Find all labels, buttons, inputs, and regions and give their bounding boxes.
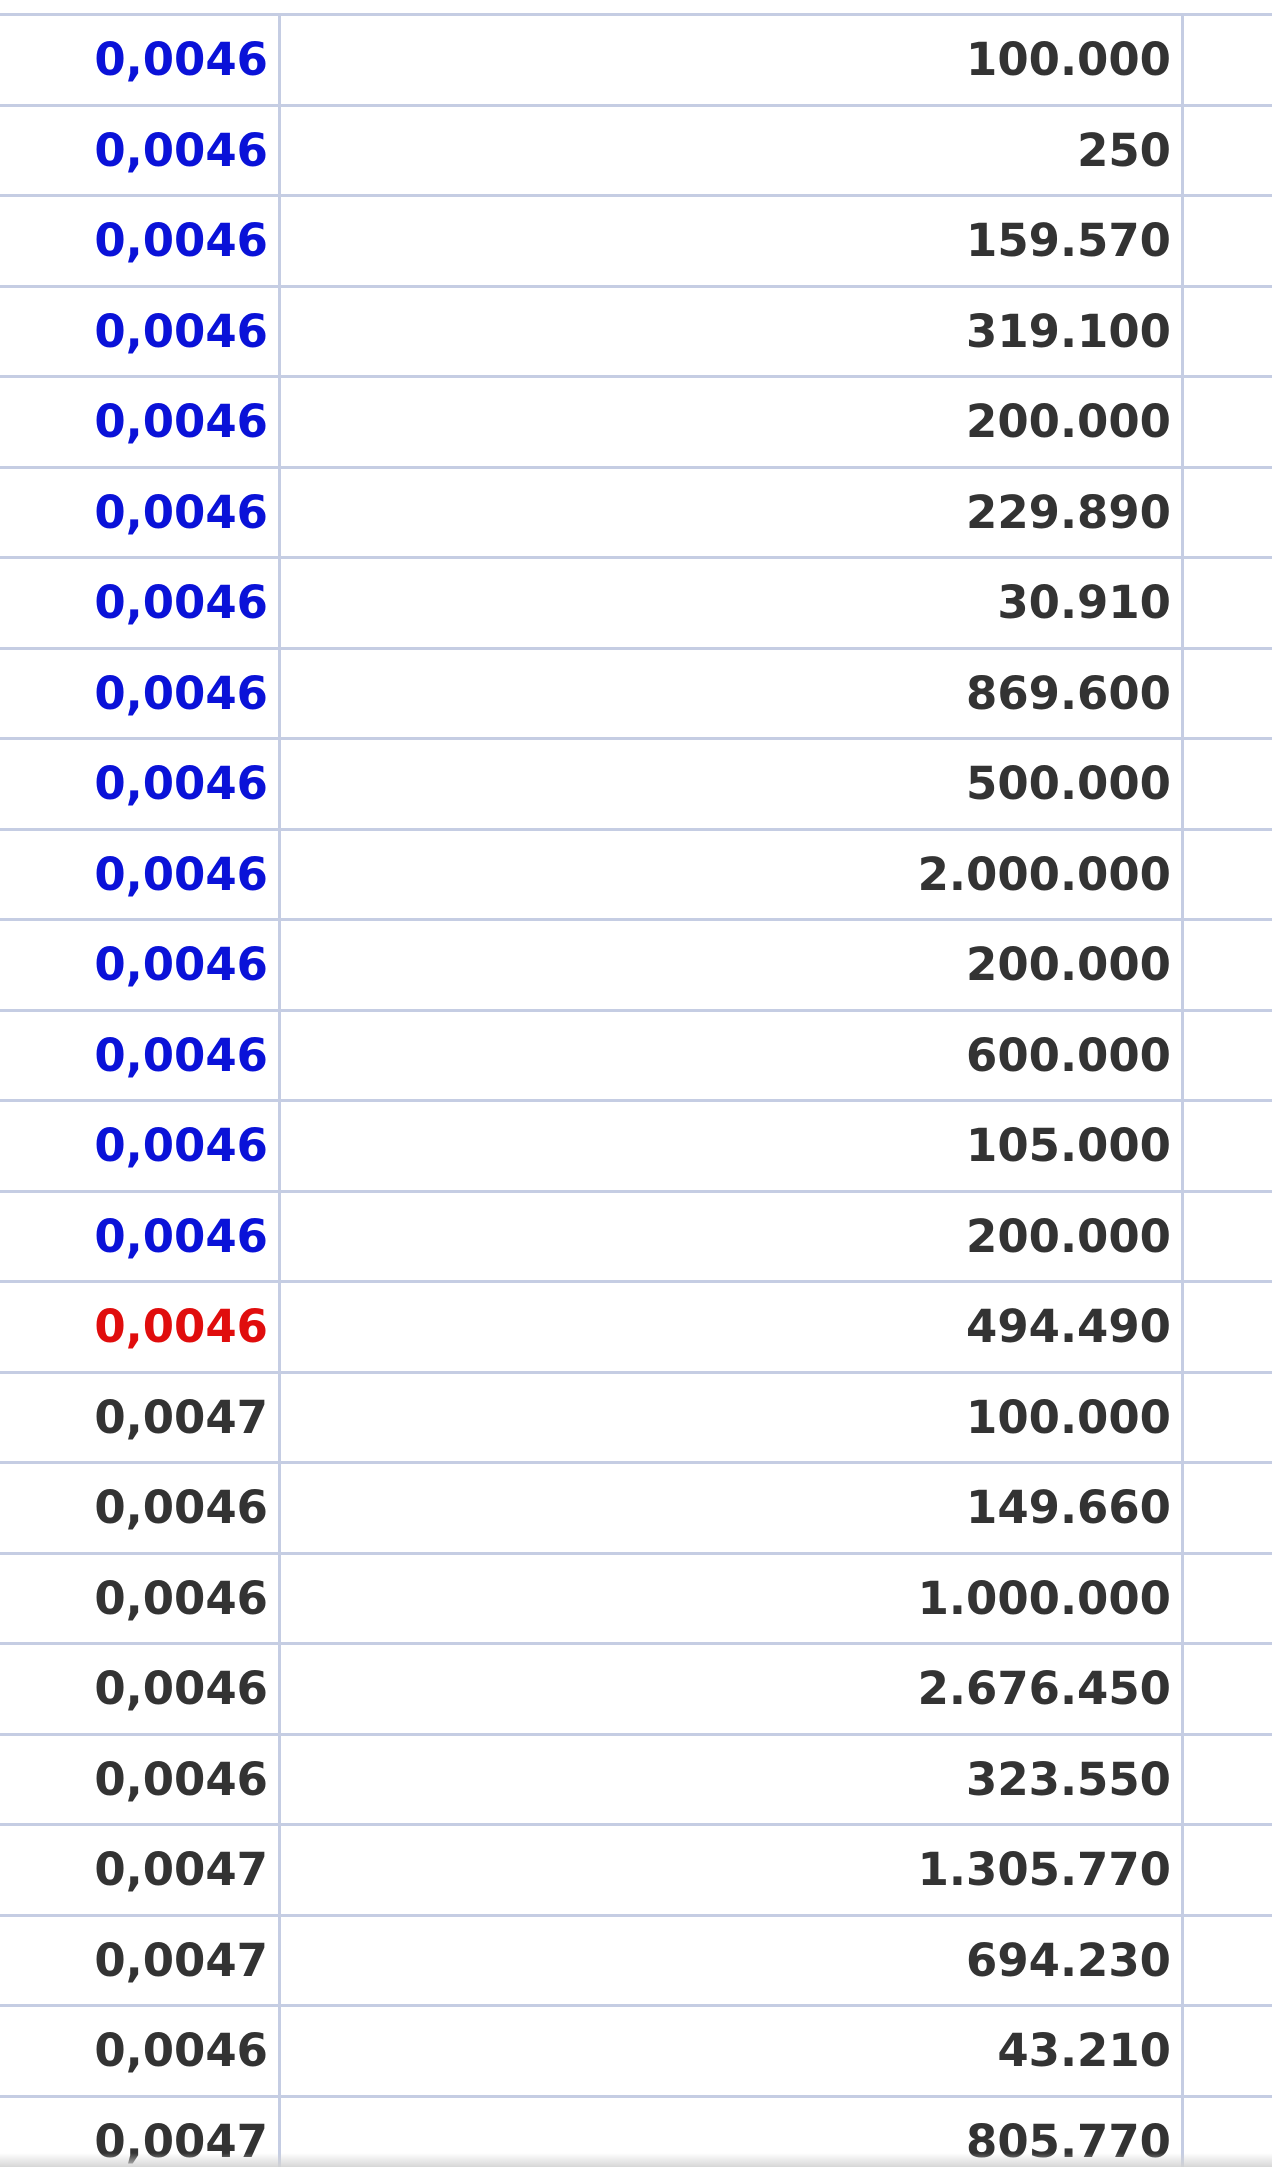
table-row[interactable]: 0,0046 500.000 [0, 740, 1272, 831]
table-row[interactable]: 0,0046 600.000 [0, 1012, 1272, 1102]
quantity-cell: 600.000 [966, 1028, 1171, 1082]
trades-table-body: 0,0046 100.000 0,0046 250 0,0046 159.570 0,004… [0, 16, 1272, 2167]
table-row[interactable]: 0,0046 200.000 [0, 378, 1272, 469]
quantity-cell: 200.000 [966, 938, 1171, 991]
price-cell: 0,0046 [94, 1571, 268, 1625]
price-cell: 0,0046 [94, 1209, 268, 1263]
price-cell: 0,0046 [94, 576, 268, 629]
quantity-cell: 694.230 [966, 1933, 1171, 1987]
table-row[interactable]: 0,0046 494.490 [0, 1283, 1272, 1374]
table-row[interactable]: 0,0046 149.660 [0, 1464, 1272, 1555]
price-cell: 0,0046 [94, 757, 268, 810]
table-row[interactable]: 0,0046 2.000.000 [0, 831, 1272, 921]
price-cell: 0,0046 [94, 666, 268, 720]
quantity-cell: 149.660 [966, 1481, 1171, 1534]
price-cell: 0,0046 [94, 214, 268, 267]
table-row[interactable]: 0,0046 43.210 [0, 2007, 1272, 2098]
price-cell: 0,0047 [94, 1933, 268, 1987]
column-divider-price [278, 13, 281, 2167]
price-cell: 0,0046 [94, 1481, 268, 1534]
table-row[interactable]: 0,0046 200.000 [0, 1193, 1272, 1283]
price-cell: 0,0046 [94, 304, 268, 358]
quantity-cell: 494.490 [966, 1300, 1171, 1353]
quantity-cell: 43.210 [997, 2024, 1171, 2077]
quantity-cell: 1.000.000 [917, 1571, 1171, 1625]
quantity-cell: 100.000 [966, 33, 1171, 86]
table-row[interactable]: 0,0046 323.550 [0, 1736, 1272, 1826]
table-row[interactable]: 0,0046 30.910 [0, 559, 1272, 650]
table-row[interactable]: 0,0046 100.000 [0, 16, 1272, 107]
quantity-cell: 319.100 [966, 304, 1171, 358]
price-cell: 0,0046 [94, 1028, 268, 1082]
price-cell: 0,0046 [94, 1662, 268, 1715]
table-row[interactable]: 0,0046 159.570 [0, 197, 1272, 288]
table-row[interactable]: 0,0047 100.000 [0, 1374, 1272, 1464]
price-cell: 0,0047 [94, 1843, 268, 1896]
quantity-cell: 323.550 [966, 1752, 1171, 1806]
quantity-cell: 500.000 [966, 757, 1171, 810]
price-cell: 0,0046 [94, 485, 268, 539]
price-cell: 0,0046 [94, 1119, 268, 1172]
quantity-cell: 100.000 [966, 1390, 1171, 1444]
quantity-cell: 200.000 [966, 1209, 1171, 1263]
quantity-cell: 200.000 [966, 395, 1171, 448]
table-row[interactable]: 0,0046 250 [0, 107, 1272, 197]
price-cell: 0,0046 [94, 1752, 268, 1806]
price-cell: 0,0047 [94, 1390, 268, 1444]
quantity-cell: 2.000.000 [917, 847, 1171, 901]
price-cell: 0,0046 [94, 123, 268, 177]
quantity-cell: 2.676.450 [917, 1662, 1171, 1715]
table-row[interactable]: 0,0047 694.230 [0, 1917, 1272, 2007]
table-row[interactable]: 0,0046 1.000.000 [0, 1555, 1272, 1645]
table-row[interactable]: 0,0046 319.100 [0, 288, 1272, 378]
column-divider-quantity [1181, 13, 1184, 2167]
quantity-cell: 105.000 [966, 1119, 1171, 1172]
price-cell: 0,0046 [94, 33, 268, 86]
quantity-cell: 30.910 [997, 576, 1171, 629]
quantity-cell: 1.305.770 [917, 1843, 1171, 1896]
table-row[interactable]: 0,0046 229.890 [0, 469, 1272, 559]
trades-table: 0,0046 100.000 0,0046 250 0,0046 159.570 0,004… [0, 0, 1272, 2167]
price-cell: 0,0046 [94, 1300, 268, 1353]
table-row[interactable]: 0,0046 869.600 [0, 650, 1272, 740]
price-cell: 0,0046 [94, 395, 268, 448]
table-row[interactable]: 0,0046 200.000 [0, 921, 1272, 1012]
price-cell: 0,0046 [94, 938, 268, 991]
quantity-cell: 229.890 [966, 485, 1171, 539]
table-row[interactable]: 0,0046 105.000 [0, 1102, 1272, 1193]
quantity-cell: 159.570 [966, 214, 1171, 267]
table-row[interactable]: 0,0047 1.305.770 [0, 1826, 1272, 1917]
quantity-cell: 250 [1077, 123, 1171, 177]
scroll-edge-shadow [0, 2153, 1272, 2167]
quantity-cell: 869.600 [966, 666, 1171, 720]
price-cell: 0,0046 [94, 2024, 268, 2077]
table-row[interactable]: 0,0046 2.676.450 [0, 1645, 1272, 1736]
price-cell: 0,0046 [94, 847, 268, 901]
